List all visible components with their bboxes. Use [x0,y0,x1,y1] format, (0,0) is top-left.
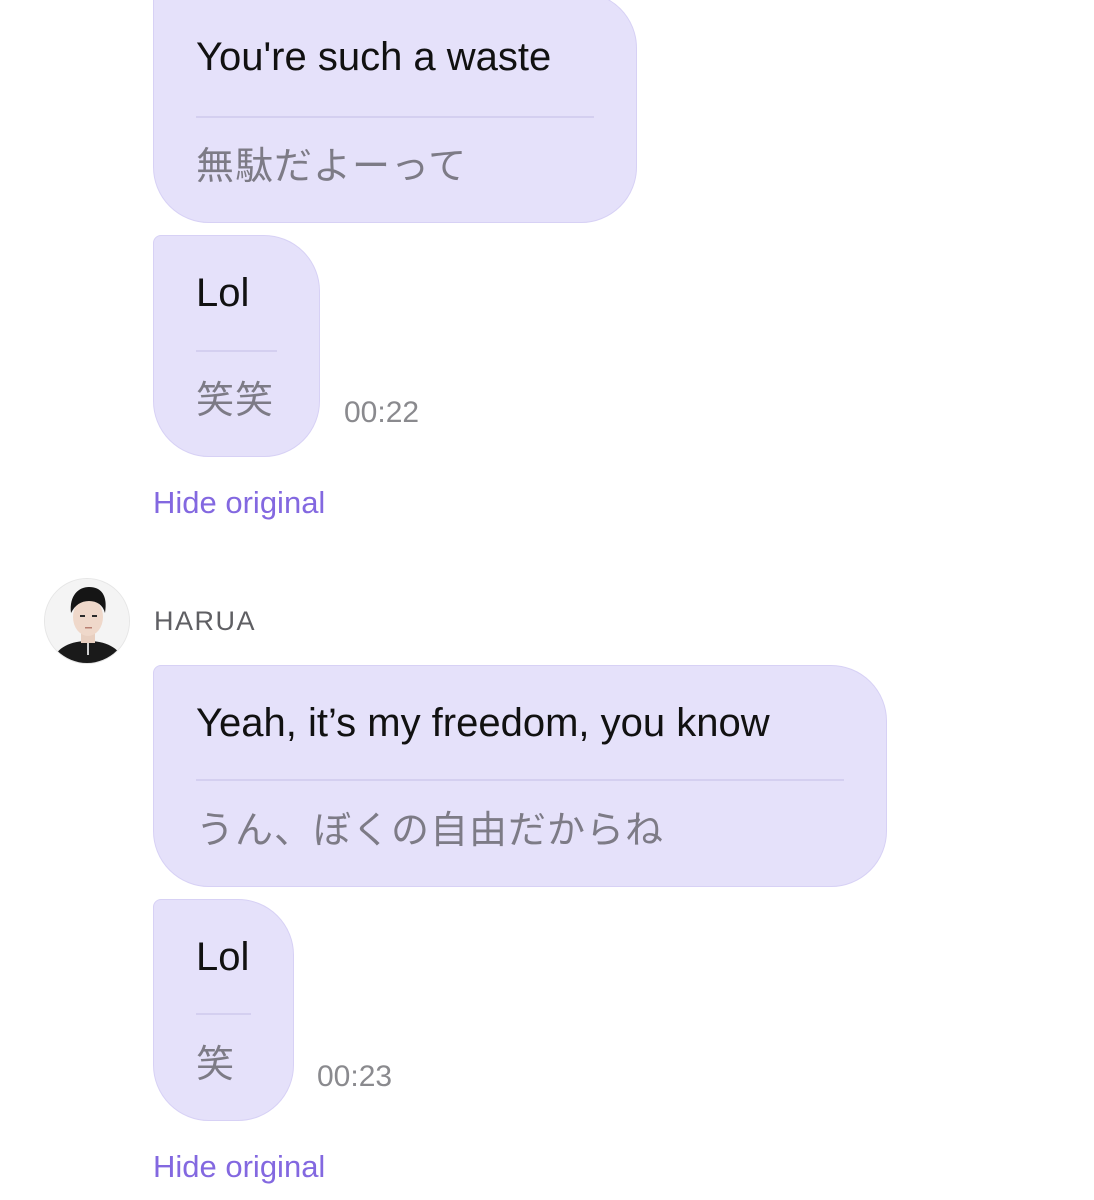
message-original-text: Lol [196,935,250,979]
translation-divider [196,350,277,352]
message-translation-text: うん、ぼくの自由だからね [196,810,665,852]
translation-divider [196,1013,251,1015]
translation-divider [196,116,594,118]
hide-original-link[interactable]: Hide original [153,1151,325,1182]
translation-divider [196,779,844,781]
message-original-text: Lol [196,271,250,315]
message-timestamp: 00:22 [344,396,420,429]
message-original-text: Yeah, it’s my freedom, you know [196,701,770,745]
hide-original-link[interactable]: Hide original [153,487,325,518]
message-bubble[interactable]: Yeah, it’s my freedom, you know うん、ぼくの自由… [153,665,887,887]
message-original-text: You're such a waste [196,35,552,79]
profile-photo-icon [45,579,129,663]
message-translation-text: 笑 [196,1044,236,1086]
avatar[interactable] [44,578,130,664]
sender-name: HARUA [154,606,257,636]
message-bubble[interactable]: Lol 笑笑 [153,235,320,457]
message-translation-text: 笑笑 [196,380,275,422]
message-translation-text: 無駄だよーって [196,146,468,188]
message-bubble[interactable]: You're such a waste 無駄だよーって [153,0,637,223]
message-bubble[interactable]: Lol 笑 [153,899,294,1121]
message-timestamp: 00:23 [317,1060,393,1093]
